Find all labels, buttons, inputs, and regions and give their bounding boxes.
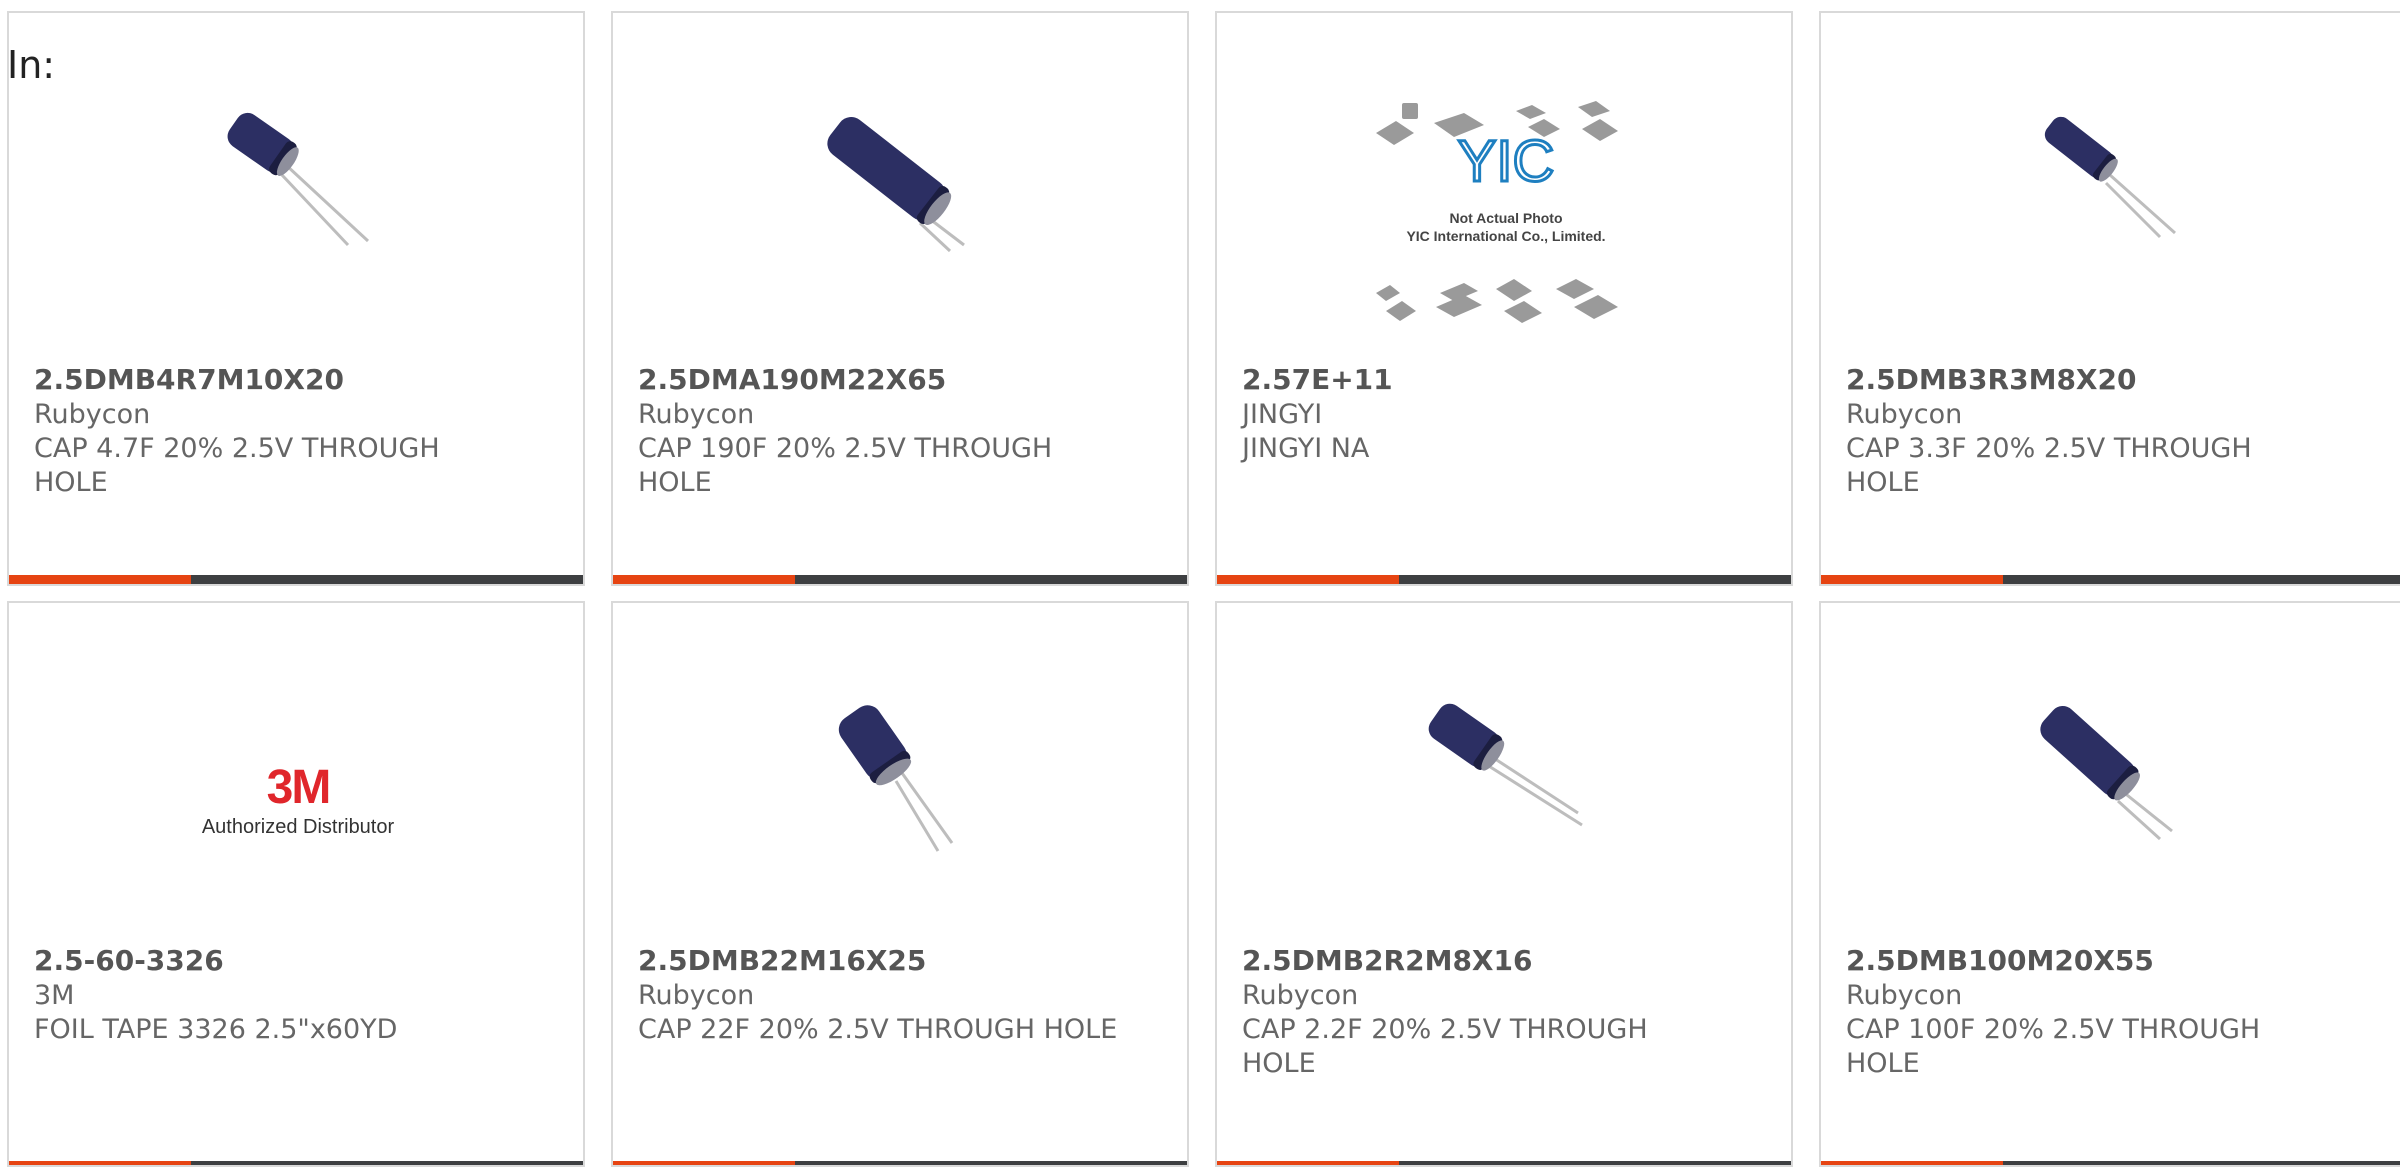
accent-segment [613, 1161, 795, 1165]
part-number[interactable]: 2.5DMB2R2M8X16 [1242, 944, 1532, 977]
capacitor-icon [1428, 703, 1583, 827]
accent-segment [613, 575, 795, 584]
product-info: 2.5DMB22M16X25 Rubycon CAP 22F 20% 2.5V … [638, 944, 1118, 1047]
manufacturer: Rubycon [34, 399, 151, 430]
accent-segment [1821, 575, 2003, 584]
placeholder-caption-1: Not Actual Photo [1449, 210, 1562, 226]
product-card[interactable]: 2.5DMB4R7M10X20 Rubycon CAP 4.7F 20% 2.5… [7, 11, 585, 586]
description: CAP 190F 20% 2.5V THROUGH HOLE [638, 433, 1053, 498]
capacitor-icon [838, 705, 954, 852]
description: CAP 22F 20% 2.5V THROUGH HOLE [638, 1014, 1118, 1045]
product-image[interactable] [802, 673, 1002, 873]
description: CAP 4.7F 20% 2.5V THROUGH HOLE [34, 433, 440, 498]
3m-logo-caption: Authorized Distributor [201, 816, 395, 838]
manufacturer: Rubycon [1846, 980, 1963, 1011]
description: JINGYI NA [1242, 433, 1370, 464]
product-grid-page: In: 2.5DMB4R7M10X20 Rubycon CAP 4.7F 20%… [0, 0, 2400, 1167]
product-image[interactable] [2010, 673, 2210, 873]
capacitor-icon [2040, 706, 2173, 841]
product-info: 2.57E+11 JINGYI JINGYI NA [1242, 363, 1722, 466]
card-accent-bar [613, 575, 1187, 584]
part-number[interactable]: 2.5DMB100M20X55 [1846, 944, 2154, 977]
manufacturer: 3M [34, 980, 75, 1011]
accent-segment [9, 1161, 191, 1165]
in-label: In: [7, 43, 56, 87]
part-number[interactable]: 2.5-60-3326 [34, 944, 224, 977]
manufacturer: Rubycon [1242, 980, 1359, 1011]
brand-logo-image[interactable]: 3M Authorized Distributor [198, 703, 398, 903]
product-image[interactable] [2010, 83, 2210, 283]
accent-segment [1217, 1161, 1399, 1165]
product-card[interactable]: YIC Not Actual Photo YIC International C… [1215, 11, 1793, 586]
part-number[interactable]: 2.5DMB22M16X25 [638, 944, 926, 977]
accent-segment [9, 575, 191, 584]
description: CAP 100F 20% 2.5V THROUGH HOLE [1846, 1014, 2261, 1079]
product-info: 2.5DMB3R3M8X20 Rubycon CAP 3.3F 20% 2.5V… [1846, 363, 2326, 500]
product-info: 2.5-60-3326 3M FOIL TAPE 3326 2.5"x60YD [34, 944, 514, 1047]
part-number[interactable]: 2.57E+11 [1242, 363, 1393, 396]
product-info: 2.5DMB4R7M10X20 Rubycon CAP 4.7F 20% 2.5… [34, 363, 514, 500]
placeholder-image[interactable]: YIC Not Actual Photo YIC International C… [1356, 93, 1656, 353]
placeholder-caption-2: YIC International Co., Limited. [1406, 228, 1605, 244]
product-card[interactable]: 2.5DMB22M16X25 Rubycon CAP 22F 20% 2.5V … [611, 601, 1189, 1167]
part-number[interactable]: 2.5DMB4R7M10X20 [34, 363, 344, 396]
yic-logo: YIC [1458, 129, 1555, 194]
card-accent-bar [1217, 575, 1791, 584]
product-image[interactable] [1406, 673, 1606, 873]
description: CAP 2.2F 20% 2.5V THROUGH HOLE [1242, 1014, 1648, 1079]
card-accent-bar [1821, 575, 2400, 584]
manufacturer: Rubycon [638, 980, 755, 1011]
chip-placeholder-icon: YIC Not Actual Photo YIC International C… [1376, 101, 1618, 323]
accent-segment [1821, 1161, 2003, 1165]
card-accent-bar [1821, 1161, 2400, 1165]
description: FOIL TAPE 3326 2.5"x60YD [34, 1014, 398, 1045]
card-accent-bar [9, 1161, 583, 1165]
description: CAP 3.3F 20% 2.5V THROUGH HOLE [1846, 433, 2252, 498]
accent-segment [1217, 575, 1399, 584]
product-card[interactable]: 3M Authorized Distributor 2.5-60-3326 3M… [7, 601, 585, 1167]
product-info: 2.5DMB100M20X55 Rubycon CAP 100F 20% 2.5… [1846, 944, 2326, 1081]
manufacturer: JINGYI [1242, 399, 1323, 430]
capacitor-icon [827, 116, 965, 253]
product-image[interactable] [198, 83, 398, 283]
capacitor-icon [227, 112, 370, 247]
3m-logo: 3M Authorized Distributor [202, 764, 394, 842]
3m-logo-mark: 3M [266, 761, 332, 814]
product-image[interactable] [802, 83, 1002, 283]
manufacturer: Rubycon [638, 399, 755, 430]
product-card[interactable]: 2.5DMB3R3M8X20 Rubycon CAP 3.3F 20% 2.5V… [1819, 11, 2400, 586]
product-info: 2.5DMA190M22X65 Rubycon CAP 190F 20% 2.5… [638, 363, 1118, 500]
capacitor-icon [2044, 116, 2176, 239]
part-number[interactable]: 2.5DMA190M22X65 [638, 363, 946, 396]
product-card[interactable]: 2.5DMB100M20X55 Rubycon CAP 100F 20% 2.5… [1819, 601, 2400, 1167]
part-number[interactable]: 2.5DMB3R3M8X20 [1846, 363, 2136, 396]
card-accent-bar [9, 575, 583, 584]
product-card[interactable]: 2.5DMA190M22X65 Rubycon CAP 190F 20% 2.5… [611, 11, 1189, 586]
card-accent-bar [613, 1161, 1187, 1165]
manufacturer: Rubycon [1846, 399, 1963, 430]
product-info: 2.5DMB2R2M8X16 Rubycon CAP 2.2F 20% 2.5V… [1242, 944, 1722, 1081]
product-card[interactable]: 2.5DMB2R2M8X16 Rubycon CAP 2.2F 20% 2.5V… [1215, 601, 1793, 1167]
card-accent-bar [1217, 1161, 1791, 1165]
